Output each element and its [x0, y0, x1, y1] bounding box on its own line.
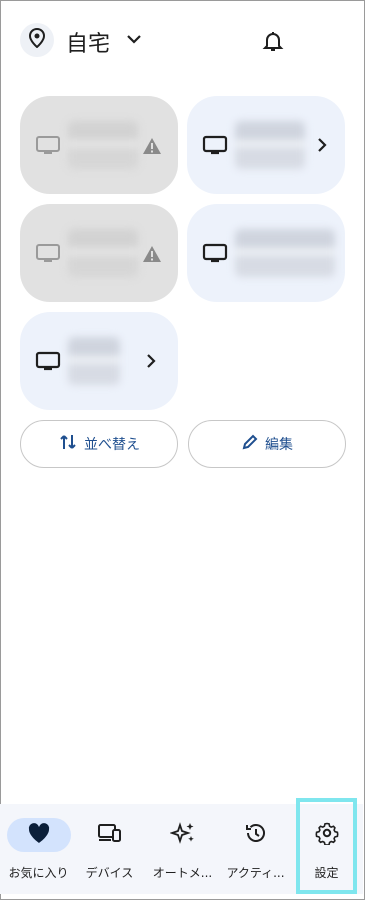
device-tile-2[interactable]	[187, 96, 345, 194]
devices-icon	[97, 823, 123, 847]
nav-label: アクティ...	[226, 866, 285, 880]
device-tile-1[interactable]	[20, 96, 178, 194]
chevron-down-icon[interactable]	[125, 31, 143, 50]
sparkle-icon	[168, 821, 196, 849]
device-tile-5[interactable]	[20, 312, 178, 410]
nav-favorites[interactable]: お気に入り	[2, 804, 75, 894]
chevron-right-icon	[144, 353, 158, 373]
tv-icon	[35, 135, 61, 159]
nav-label: デバイス	[85, 866, 134, 880]
device-tile-3[interactable]	[20, 204, 178, 302]
settings-highlight-box	[296, 798, 357, 894]
edit-button[interactable]: 編集	[188, 420, 346, 468]
device-name-blurred	[68, 121, 138, 169]
warning-icon	[142, 137, 162, 159]
swap-vertical-icon	[58, 432, 78, 456]
tv-icon	[202, 135, 228, 159]
heart-icon	[27, 822, 51, 848]
warning-icon	[142, 245, 162, 267]
device-tile-4[interactable]	[187, 204, 345, 302]
tv-icon	[35, 243, 61, 267]
history-icon	[244, 821, 268, 849]
home-pin-button[interactable]	[20, 23, 54, 57]
device-name-blurred	[68, 337, 120, 385]
home-title[interactable]: 自宅	[66, 26, 110, 58]
nav-activity[interactable]: アクティ...	[219, 804, 292, 894]
tv-icon	[35, 351, 61, 375]
nav-label: お気に入り	[8, 866, 69, 880]
reorder-label: 並べ替え	[84, 437, 140, 453]
nav-label: オートメ...	[152, 866, 213, 880]
nav-devices[interactable]: デバイス	[73, 804, 146, 894]
chevron-right-icon	[315, 137, 329, 157]
edit-label: 編集	[265, 437, 293, 453]
location-pin-icon	[28, 27, 46, 52]
tv-icon	[202, 243, 228, 267]
device-name-blurred	[235, 229, 335, 277]
bell-icon[interactable]	[262, 29, 284, 57]
nav-automations[interactable]: オートメ...	[146, 804, 219, 894]
device-name-blurred	[68, 229, 138, 277]
device-name-blurred	[235, 121, 305, 169]
pencil-icon	[241, 433, 259, 455]
reorder-button[interactable]: 並べ替え	[20, 420, 178, 468]
